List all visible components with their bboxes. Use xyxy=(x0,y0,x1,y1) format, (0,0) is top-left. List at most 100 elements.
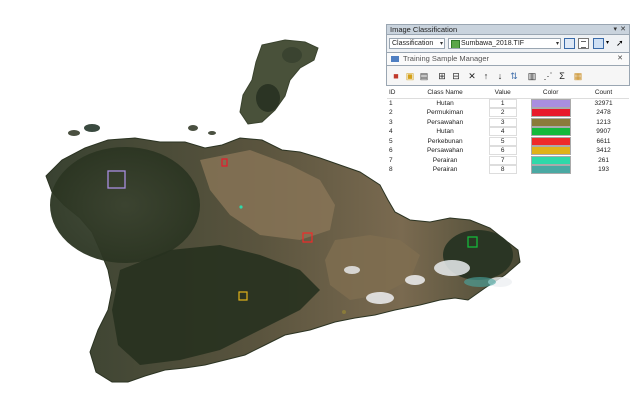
move-up-icon[interactable]: ↑ xyxy=(481,71,491,81)
row-count: 3412 xyxy=(596,147,611,155)
image-classification-toolbar: Classification ▾ Sumbawa_2018.TIF ▾ ▾ ➚ xyxy=(386,35,630,53)
training-sample-point-persawahan[interactable] xyxy=(342,310,346,314)
western-volcano xyxy=(50,147,200,263)
islet xyxy=(84,124,100,132)
column-header-color[interactable]: Color xyxy=(523,88,579,99)
color-swatch[interactable] xyxy=(530,117,571,127)
row-color-cell[interactable] xyxy=(523,155,578,166)
row-color-cell[interactable] xyxy=(523,117,578,128)
column-header-value[interactable]: Value xyxy=(482,88,524,99)
row-class-name[interactable]: Permukiman xyxy=(408,108,482,118)
layer-icon xyxy=(451,40,460,48)
row-value-cell[interactable]: 2 xyxy=(482,108,523,118)
reset-id-icon[interactable]: ⇅ xyxy=(509,71,519,81)
dropdown-arrow-icon: ▾ xyxy=(439,41,443,47)
row-id: 5 xyxy=(389,137,393,145)
row-class-name[interactable]: Perkebunan xyxy=(408,137,482,147)
row-color-cell[interactable] xyxy=(523,108,578,118)
islet xyxy=(208,131,216,135)
row-value[interactable]: 3 xyxy=(488,117,517,127)
split-icon[interactable]: ⊟ xyxy=(451,71,461,81)
table-row[interactable]: 5 Perkebunan 5 6611 xyxy=(387,136,629,147)
row-id: 4 xyxy=(389,128,393,136)
table-row[interactable]: 4 Hutan 4 9907 xyxy=(387,127,629,137)
row-value-cell[interactable]: 8 xyxy=(482,165,523,175)
open-folder-icon[interactable]: ▣ xyxy=(405,71,415,81)
raster-layer-select[interactable]: Sumbawa_2018.TIF ▾ xyxy=(448,38,561,49)
color-swatch[interactable] xyxy=(530,108,571,118)
row-color-cell[interactable] xyxy=(523,146,578,156)
move-down-icon[interactable]: ↓ xyxy=(495,71,505,81)
row-count: 261 xyxy=(598,156,609,164)
row-value-cell[interactable]: 7 xyxy=(482,155,523,166)
row-value-cell[interactable]: 5 xyxy=(482,136,523,147)
table-row[interactable]: 1 Hutan 1 32971 xyxy=(387,98,629,108)
draw-polygon-icon[interactable] xyxy=(564,38,575,49)
signature-file-icon[interactable]: ▦ xyxy=(573,71,583,81)
row-value[interactable]: 6 xyxy=(488,146,517,156)
row-value-cell[interactable]: 6 xyxy=(482,146,523,156)
row-value[interactable]: 2 xyxy=(488,108,517,118)
cursor-icon[interactable]: ➚ xyxy=(616,38,627,49)
load-samples-icon[interactable]: ■ xyxy=(391,71,401,81)
row-color-cell[interactable] xyxy=(523,127,578,137)
row-value[interactable]: 8 xyxy=(488,165,517,175)
merge-icon[interactable]: ⊞ xyxy=(437,71,447,81)
raster-layer-name: Sumbawa_2018.TIF xyxy=(461,40,525,47)
color-swatch[interactable] xyxy=(530,98,571,108)
row-count: 193 xyxy=(598,166,609,174)
table-row[interactable]: 6 Persawahan 6 3412 xyxy=(387,146,629,156)
row-value[interactable]: 7 xyxy=(488,155,517,165)
close-icon[interactable]: ✕ xyxy=(620,25,626,35)
pin-icon[interactable]: ▾ xyxy=(613,25,617,35)
row-class-name[interactable]: Hutan xyxy=(408,127,482,137)
row-count: 9907 xyxy=(596,128,611,136)
table-row[interactable]: 8 Perairan 8 193 xyxy=(387,165,629,175)
table-row[interactable]: 3 Persawahan 3 1213 xyxy=(387,117,629,128)
color-swatch[interactable] xyxy=(530,136,571,146)
close-icon[interactable]: ✕ xyxy=(617,53,623,65)
color-swatch[interactable] xyxy=(530,127,571,137)
row-value-cell[interactable]: 3 xyxy=(482,117,523,128)
row-class-name[interactable]: Persawahan xyxy=(408,146,482,156)
statistics-icon[interactable]: Σ xyxy=(557,71,567,81)
row-value-cell[interactable]: 1 xyxy=(482,98,523,108)
row-value-cell[interactable]: 4 xyxy=(482,127,523,137)
save-icon[interactable]: ▤ xyxy=(419,71,429,81)
table-row[interactable]: 7 Perairan 7 261 xyxy=(387,155,629,166)
row-id: 3 xyxy=(389,118,393,126)
row-id: 1 xyxy=(389,99,393,107)
scatterplot-icon[interactable]: ⋰ xyxy=(543,71,553,81)
row-class-name[interactable]: Perairan xyxy=(408,156,482,166)
image-classification-titlebar: Image Classification ▾ ✕ xyxy=(386,24,630,35)
color-swatch[interactable] xyxy=(530,165,571,175)
delete-icon[interactable]: ✕ xyxy=(467,71,477,81)
training-sample-icon[interactable] xyxy=(593,38,604,49)
classification-menu-button[interactable]: Classification ▾ xyxy=(389,38,445,49)
color-swatch[interactable] xyxy=(530,155,571,165)
column-header-class-name[interactable]: Class Name xyxy=(407,88,483,99)
row-count: 1213 xyxy=(596,118,611,126)
row-color-cell[interactable] xyxy=(523,165,578,175)
row-class-name[interactable]: Hutan xyxy=(408,98,482,108)
row-color-cell[interactable] xyxy=(523,136,578,147)
row-class-name[interactable]: Persawahan xyxy=(408,118,482,128)
table-row[interactable]: 2 Permukiman 2 2478 xyxy=(387,108,629,118)
islet xyxy=(188,125,198,131)
row-value[interactable]: 4 xyxy=(488,127,517,137)
row-value[interactable]: 5 xyxy=(488,136,517,146)
cloud xyxy=(434,260,470,276)
table-icon[interactable] xyxy=(578,38,589,49)
north-island xyxy=(239,39,319,125)
row-class-name[interactable]: Perairan xyxy=(408,165,482,175)
north-island-peak xyxy=(256,84,280,112)
row-color-cell[interactable] xyxy=(523,98,578,108)
color-swatch[interactable] xyxy=(530,146,571,156)
training-sample-point-perairan[interactable] xyxy=(239,205,243,209)
column-header-count[interactable]: Count xyxy=(578,88,629,99)
dropdown-arrow-icon[interactable]: ▾ xyxy=(606,38,614,49)
row-value[interactable]: 1 xyxy=(488,98,517,108)
dropdown-arrow-icon: ▾ xyxy=(555,41,559,47)
histogram-icon[interactable]: ▥ xyxy=(527,71,537,81)
column-header-id[interactable]: ID xyxy=(387,88,408,99)
